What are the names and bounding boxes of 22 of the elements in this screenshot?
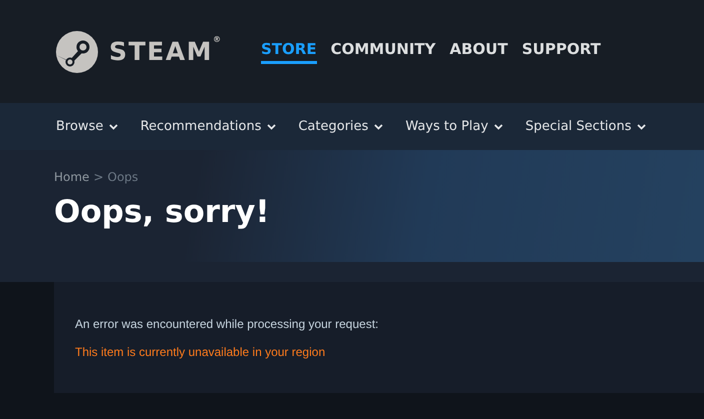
breadcrumb-current: Oops	[108, 170, 138, 184]
error-detail: This item is currently unavailable in your region	[75, 345, 326, 359]
page-title: Oops, sorry!	[54, 194, 271, 230]
menu-item[interactable]: Browse	[56, 119, 118, 134]
chevron-down-icon	[374, 124, 384, 130]
error-message: An error was encountered while processing your request:	[75, 317, 380, 331]
nav-tab[interactable]: ABOUT	[450, 40, 508, 64]
breadcrumb-separator: >	[93, 170, 104, 184]
nav-tab[interactable]: SUPPORT	[522, 40, 601, 64]
logo-icon[interactable]	[55, 30, 99, 74]
logo-text[interactable]: STEAM$^{®}$	[109, 37, 221, 66]
nav-tab[interactable]: STORE	[261, 40, 317, 64]
menu-item[interactable]: Ways to Play	[405, 119, 504, 134]
chevron-down-icon	[637, 124, 646, 130]
nav-tab[interactable]: COMMUNITY	[330, 40, 436, 64]
menu-item[interactable]: Recommendations	[140, 119, 276, 134]
menu-item[interactable]: Categories	[298, 119, 384, 134]
breadcrumb-link[interactable]: Home	[54, 170, 90, 184]
chevron-down-icon	[109, 124, 118, 130]
menu-item[interactable]: Special Sections	[525, 119, 646, 134]
chevron-down-icon	[494, 124, 504, 130]
chevron-down-icon	[267, 124, 276, 130]
